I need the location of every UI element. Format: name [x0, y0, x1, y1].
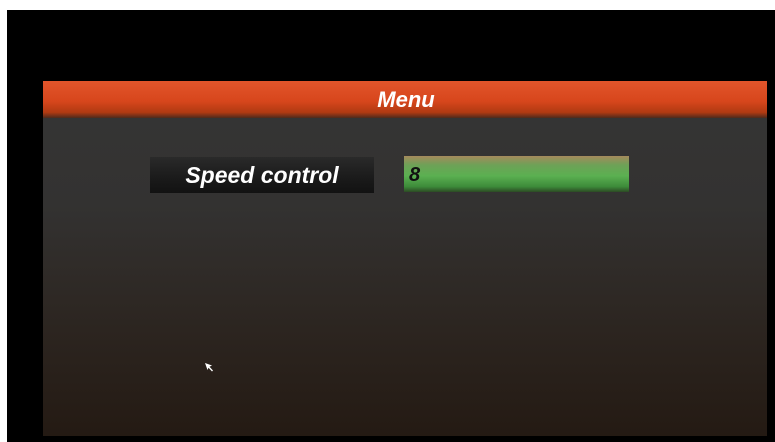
menu-header: Menu	[43, 81, 767, 118]
mouse-pointer-icon	[205, 363, 213, 372]
speed-control-value: 8	[409, 164, 421, 186]
game-screen: Menu Speed control 8	[7, 10, 775, 442]
menu-title: Menu	[377, 87, 435, 112]
speed-control-label-box: Speed control	[150, 157, 374, 193]
speed-control-label: Speed control	[185, 162, 339, 188]
speed-control-value-field[interactable]: 8	[404, 156, 629, 192]
menu-panel: Menu Speed control 8	[43, 81, 767, 436]
